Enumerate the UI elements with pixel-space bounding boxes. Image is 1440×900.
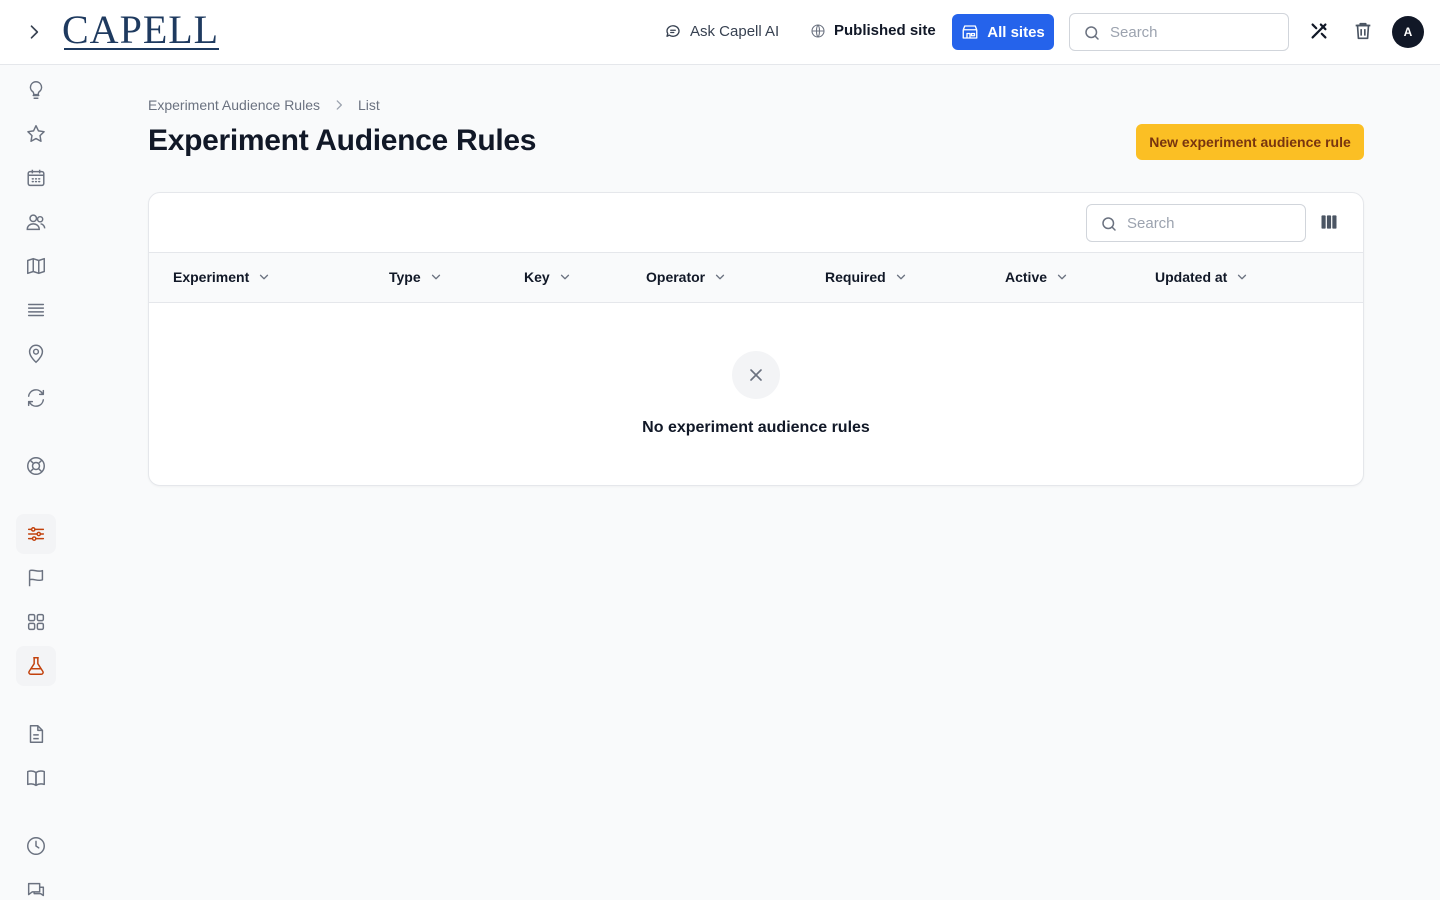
sliders-icon bbox=[27, 527, 45, 541]
sidebar-item-settings[interactable] bbox=[16, 514, 56, 554]
column-header-active[interactable]: Active bbox=[1005, 269, 1069, 285]
map-pin-icon bbox=[28, 344, 44, 364]
table-card: Experiment Type Key Operator Required Ac… bbox=[148, 192, 1364, 486]
search-icon bbox=[1102, 217, 1116, 231]
sidebar-item-documents[interactable] bbox=[16, 714, 56, 754]
trash-button[interactable] bbox=[1352, 20, 1376, 44]
calendar-icon bbox=[27, 169, 45, 187]
column-header-label: Key bbox=[524, 269, 550, 285]
breadcrumb: Experiment Audience Rules List bbox=[148, 97, 380, 113]
sidebar-item-calendar[interactable] bbox=[16, 158, 56, 198]
column-header-updated-at[interactable]: Updated at bbox=[1155, 269, 1249, 285]
column-header-label: Active bbox=[1005, 269, 1048, 285]
column-header-required[interactable]: Required bbox=[825, 269, 908, 285]
ask-ai-label: Ask Capell AI bbox=[690, 22, 780, 40]
chat-bubble-icon bbox=[666, 25, 680, 37]
close-icon bbox=[750, 369, 762, 381]
column-toggle-button[interactable] bbox=[1319, 212, 1341, 234]
chevron-right-icon bbox=[336, 100, 342, 110]
chevron-down-icon bbox=[1238, 274, 1247, 280]
chevron-down-icon bbox=[431, 274, 440, 280]
sidebar-item-sync[interactable] bbox=[16, 378, 56, 418]
all-sites-button[interactable]: All sites bbox=[952, 14, 1054, 50]
column-header-label: Updated at bbox=[1155, 269, 1228, 285]
clock-icon bbox=[27, 837, 45, 855]
sidebar-item-users[interactable] bbox=[16, 202, 56, 242]
column-header-type[interactable]: Type bbox=[389, 269, 443, 285]
logo-underline bbox=[64, 48, 220, 50]
sidebar-item-history[interactable] bbox=[16, 826, 56, 866]
book-icon bbox=[27, 770, 45, 787]
sidebar-item-locations[interactable] bbox=[16, 334, 56, 374]
table-search[interactable] bbox=[1086, 204, 1306, 242]
trash-icon bbox=[1355, 22, 1371, 40]
sidebar-item-support[interactable] bbox=[16, 446, 56, 486]
chevron-down-icon bbox=[260, 274, 269, 280]
star-icon bbox=[27, 125, 45, 142]
column-header-experiment[interactable]: Experiment bbox=[173, 269, 271, 285]
avatar[interactable]: A bbox=[1392, 16, 1424, 48]
grid-icon bbox=[27, 613, 45, 631]
chevron-down-icon bbox=[1057, 274, 1067, 280]
storefront-icon bbox=[962, 25, 978, 39]
lightbulb-icon bbox=[29, 81, 43, 99]
sidebar-item-docs[interactable] bbox=[16, 758, 56, 798]
published-site-link[interactable]: Published site bbox=[810, 22, 936, 39]
chat-icon bbox=[27, 882, 45, 897]
sidebar-item-lists[interactable] bbox=[16, 290, 56, 330]
list-icon bbox=[27, 303, 45, 317]
table-search-input[interactable] bbox=[1127, 214, 1305, 232]
flask-icon bbox=[28, 657, 44, 675]
sidebar-item-favorites[interactable] bbox=[16, 114, 56, 154]
column-header-key[interactable]: Key bbox=[524, 269, 572, 285]
refresh-icon bbox=[27, 389, 45, 407]
breadcrumb-parent[interactable]: Experiment Audience Rules bbox=[148, 97, 320, 113]
chevron-down-icon bbox=[715, 274, 725, 280]
sidebar-item-flags[interactable] bbox=[16, 558, 56, 598]
users-icon bbox=[26, 214, 46, 231]
column-header-label: Required bbox=[825, 269, 886, 285]
new-experiment-audience-rule-button[interactable]: New experiment audience rule bbox=[1136, 124, 1364, 160]
column-header-label: Type bbox=[389, 269, 421, 285]
sidebar-item-messages[interactable] bbox=[16, 870, 56, 900]
table-header: Experiment Type Key Operator Required Ac… bbox=[149, 253, 1363, 303]
capell-logo[interactable]: CAPELL bbox=[62, 7, 220, 52]
map-icon bbox=[27, 257, 45, 275]
globe-icon bbox=[811, 23, 825, 38]
sidebar-item-experiments[interactable] bbox=[16, 646, 56, 686]
lifebuoy-icon bbox=[27, 457, 45, 475]
empty-state-icon-wrapper bbox=[732, 351, 780, 399]
wrench-screwdriver-icon bbox=[1311, 23, 1327, 39]
all-sites-label: All sites bbox=[987, 23, 1045, 41]
column-header-label: Experiment bbox=[173, 269, 250, 285]
sidebar-item-maps[interactable] bbox=[16, 246, 56, 286]
table-toolbar bbox=[149, 193, 1363, 253]
document-icon bbox=[29, 725, 44, 743]
flag-icon bbox=[28, 569, 44, 587]
global-search-input[interactable] bbox=[1110, 23, 1288, 41]
sidebar bbox=[0, 65, 72, 900]
breadcrumb-current: List bbox=[358, 97, 380, 113]
columns-icon bbox=[1321, 215, 1337, 229]
published-site-label: Published site bbox=[834, 22, 936, 39]
empty-state-message: No experiment audience rules bbox=[642, 419, 870, 436]
chevron-down-icon bbox=[560, 274, 569, 280]
column-header-label: Operator bbox=[646, 269, 706, 285]
sidebar-item-apps[interactable] bbox=[16, 602, 56, 642]
sidebar-item-ideas[interactable] bbox=[16, 70, 56, 110]
sidebar-toggle-button[interactable] bbox=[20, 18, 48, 46]
column-header-operator[interactable]: Operator bbox=[646, 269, 727, 285]
logo-text: CAPELL bbox=[62, 7, 220, 52]
global-search[interactable] bbox=[1069, 13, 1289, 51]
empty-state: No experiment audience rules bbox=[149, 303, 1363, 485]
page-title: Experiment Audience Rules bbox=[148, 124, 537, 157]
chevron-right-icon bbox=[30, 25, 39, 39]
ask-ai-button[interactable]: Ask Capell AI bbox=[664, 22, 779, 40]
chevron-down-icon bbox=[896, 274, 905, 280]
tools-button[interactable] bbox=[1308, 20, 1332, 44]
top-bar: CAPELL Ask Capell AI Published site All … bbox=[0, 0, 1440, 65]
search-icon bbox=[1085, 26, 1099, 40]
